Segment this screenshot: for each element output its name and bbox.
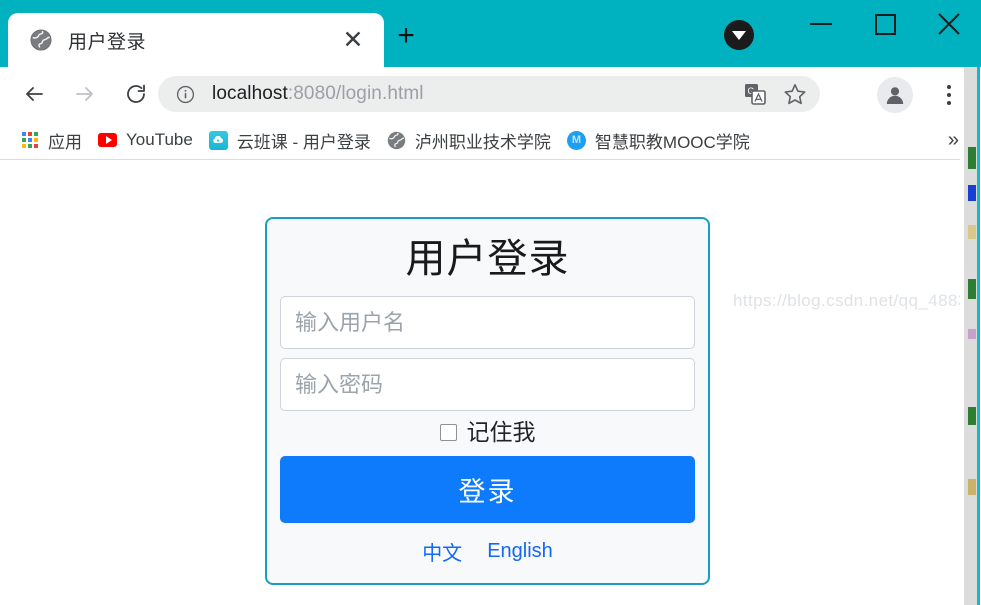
download-arrow-icon [732, 30, 746, 40]
frame-artifact [968, 147, 976, 169]
download-indicator-icon[interactable] [724, 20, 754, 50]
bookmark-youtube[interactable]: YouTube [90, 125, 201, 155]
window-border-accent [977, 67, 980, 605]
tab-strip: 用户登录 ✕ + [0, 0, 981, 67]
remember-me-row: 记住我 [280, 413, 695, 451]
yunbanke-cloud-icon [208, 130, 228, 150]
remember-me-label: 记住我 [466, 418, 536, 445]
frame-artifact [968, 279, 976, 299]
url-path: :8080/login.html [287, 83, 424, 104]
url-host: localhost [212, 83, 288, 104]
info-circle-icon[interactable] [176, 85, 195, 104]
tab-close-icon[interactable]: ✕ [336, 23, 370, 57]
apps-grid-icon [20, 131, 39, 150]
bookmark-apps[interactable]: 应用 [12, 125, 90, 155]
forward-button[interactable] [65, 74, 105, 114]
browser-tab[interactable]: 用户登录 ✕ [8, 13, 384, 67]
lang-link-english[interactable]: English [487, 540, 553, 563]
login-card: 用户登录 记住我 登录 中文 English [265, 217, 710, 585]
globe-icon [30, 29, 52, 51]
bookmark-label: 泸州职业技术学院 [414, 132, 551, 152]
bookmark-luzhou-college[interactable]: 泸州职业技术学院 [379, 125, 559, 155]
frame-artifact [968, 407, 976, 425]
bookmarks-bar: 应用 YouTube 云班课 - 用户登录 泸州职业技术学院 M 智慧职教MOO… [0, 121, 981, 160]
lang-link-chinese[interactable]: 中文 [422, 537, 462, 566]
remember-me-checkbox[interactable] [439, 423, 457, 441]
youtube-icon [98, 131, 117, 150]
tab-title: 用户登录 [68, 31, 147, 53]
browser-window: 用户登录 ✕ + localhost:8080/login.html G 应用 … [0, 0, 981, 605]
bookmark-label: YouTube [126, 130, 193, 149]
watermark-text: https://blog.csdn.net/qq_48838980 [733, 291, 981, 310]
translate-icon[interactable]: G [738, 77, 772, 111]
address-bar-url: localhost:8080/login.html [212, 83, 424, 105]
bookmarks-overflow-icon[interactable]: » [948, 128, 959, 152]
frame-artifact [968, 329, 976, 339]
bookmark-yunbanke[interactable]: 云班课 - 用户登录 [201, 125, 379, 155]
address-bar[interactable]: localhost:8080/login.html G [158, 76, 820, 112]
page-content: 用户登录 记住我 登录 中文 English https://blog.csdn… [0, 160, 981, 605]
frame-artifact [968, 185, 976, 201]
back-button[interactable] [14, 74, 54, 114]
window-controls [789, 0, 981, 67]
password-input[interactable] [280, 358, 695, 411]
bookmark-label: 智慧职教MOOC学院 [594, 132, 750, 152]
new-tab-button[interactable]: + [388, 18, 424, 54]
close-button[interactable] [917, 0, 981, 48]
star-icon[interactable] [778, 77, 812, 111]
bookmark-label: 云班课 - 用户登录 [236, 132, 371, 152]
frame-artifact [968, 225, 976, 239]
profile-avatar-icon[interactable] [877, 77, 913, 113]
globe-icon [387, 131, 406, 150]
maximize-button[interactable] [853, 0, 917, 48]
reload-button[interactable] [116, 74, 156, 114]
omnibox-actions: G [732, 76, 812, 112]
frame-artifact [968, 479, 976, 495]
bookmark-label: 应用 [48, 132, 82, 152]
window-right-frame [960, 67, 981, 605]
login-button[interactable]: 登录 [280, 456, 695, 523]
minimize-button[interactable] [789, 0, 853, 52]
username-input[interactable] [280, 296, 695, 349]
browser-toolbar: localhost:8080/login.html G [0, 67, 981, 121]
mooc-circle-icon: M [566, 130, 586, 150]
language-links: 中文 English [280, 537, 695, 566]
page-title: 用户登录 [405, 237, 570, 281]
bookmark-mooc[interactable]: M 智慧职教MOOC学院 [559, 125, 758, 155]
